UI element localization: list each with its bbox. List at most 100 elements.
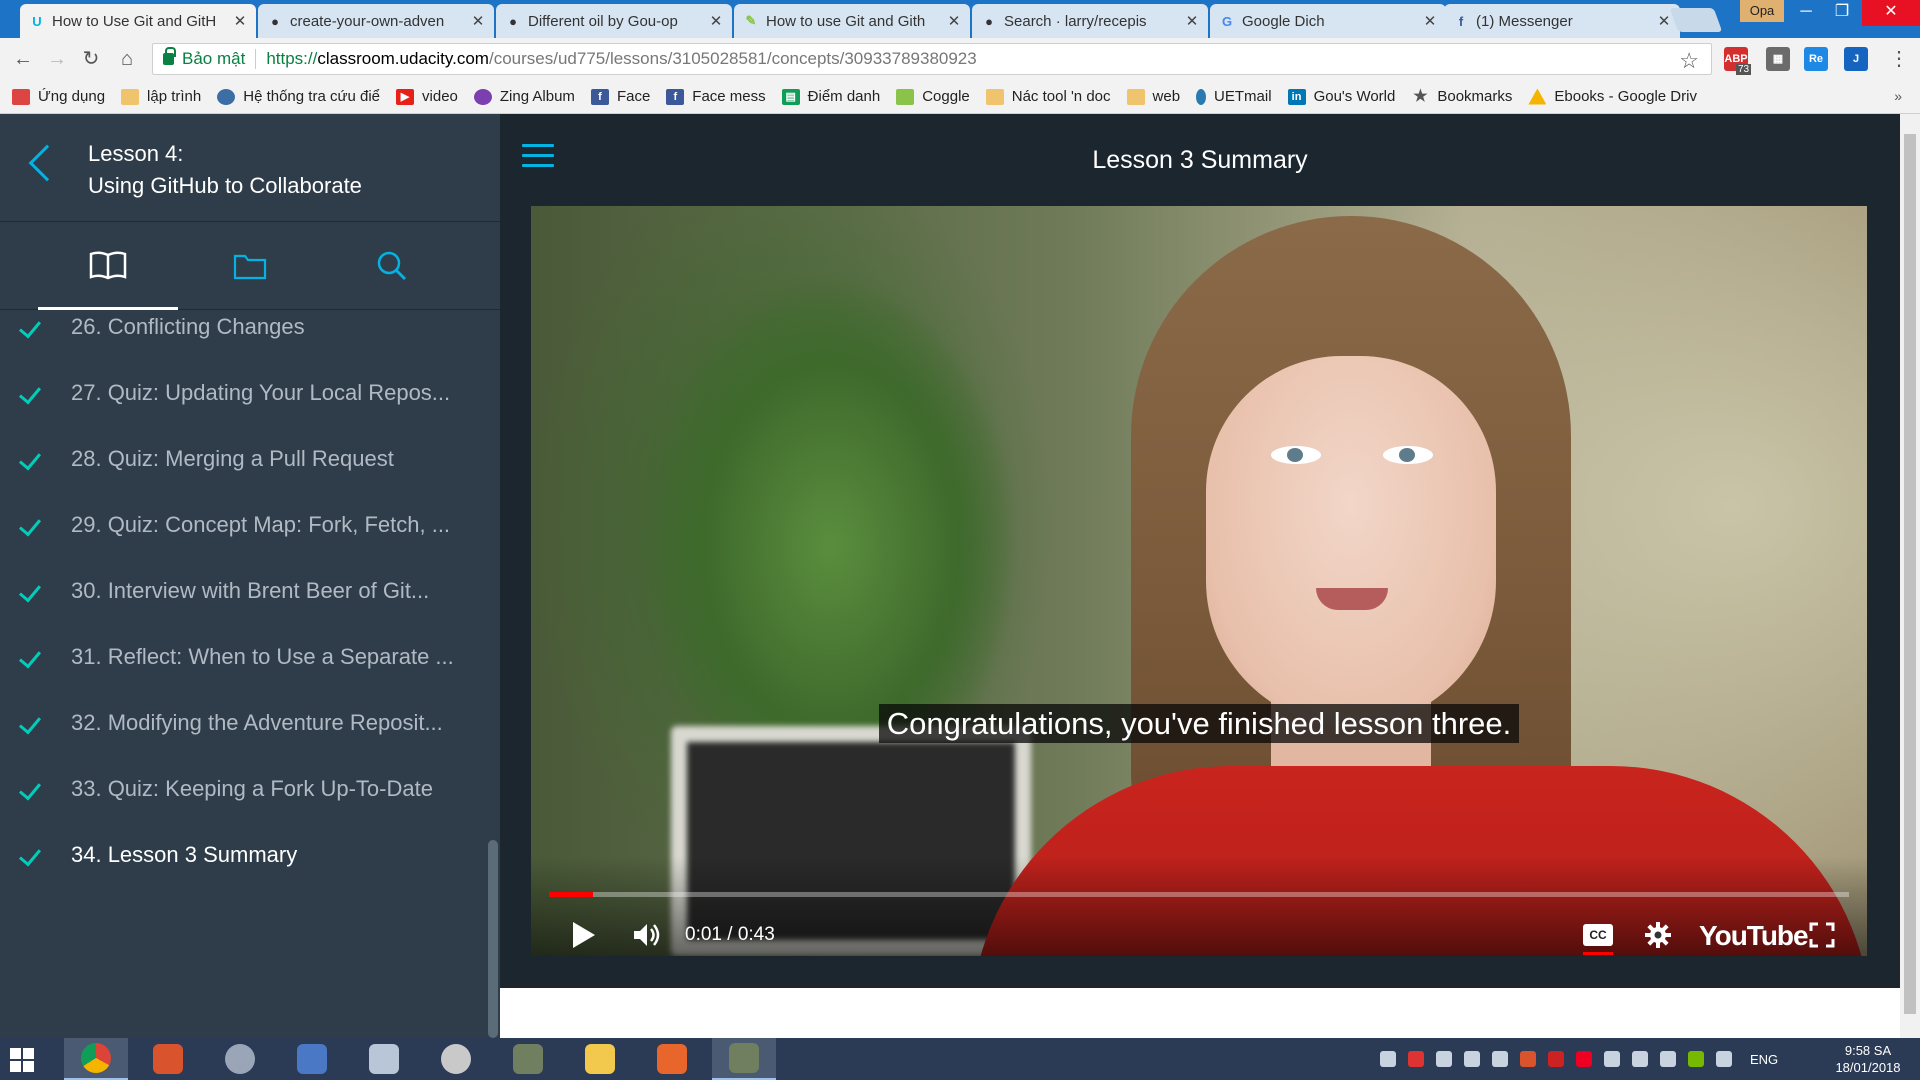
windows-start-icon[interactable] [10, 1048, 34, 1072]
profile-button[interactable]: Opa [1740, 0, 1784, 22]
bookmark-item[interactable]: f Face [590, 88, 650, 105]
tab-search[interactable] [322, 222, 462, 310]
concept-item-current[interactable]: 34. Lesson 3 Summary [0, 822, 486, 888]
tab-concepts[interactable] [38, 222, 178, 310]
battery-icon[interactable] [1716, 1051, 1732, 1067]
play-icon[interactable] [573, 922, 595, 948]
close-icon[interactable]: ✕ [1656, 12, 1672, 30]
security-label: Bảo mật [182, 49, 246, 68]
browser-tab-4[interactable]: ✎ How to use Git and Gith ✕ [734, 4, 970, 38]
bookmark-star-icon[interactable]: ☆ [1679, 48, 1699, 74]
system-clock[interactable]: 9:58 SA 18/01/2018 [1816, 1042, 1920, 1076]
sidebar-scrollbar[interactable] [486, 310, 500, 1038]
monitor-app-taskbar-icon[interactable] [352, 1038, 416, 1080]
nvidia-icon[interactable] [1688, 1051, 1704, 1067]
bookmark-item[interactable]: ★ Bookmarks [1411, 88, 1512, 105]
vivaldi-icon[interactable] [1576, 1051, 1592, 1067]
bookmark-item[interactable]: web [1126, 88, 1180, 105]
bookmark-item[interactable]: Ứng dụng [12, 88, 105, 105]
display-icon[interactable] [1604, 1051, 1620, 1067]
bookmark-item[interactable]: Hệ thống tra cứu điể [217, 88, 380, 105]
concept-item[interactable]: 32. Modifying the Adventure Reposit... [0, 690, 486, 756]
secure-indicator[interactable]: Bảo mật [163, 47, 246, 69]
menu-dots-icon[interactable]: ⋮ [1886, 46, 1912, 72]
bookmark-item[interactable]: Nác tool 'n doc [985, 88, 1111, 105]
bookmark-item[interactable]: Coggle [896, 88, 970, 105]
office-taskbar-icon[interactable] [640, 1038, 704, 1080]
restore-icon[interactable]: ❐ [1820, 0, 1864, 26]
speaker-icon[interactable] [1464, 1051, 1480, 1067]
lock-icon [163, 47, 176, 65]
close-icon[interactable]: ✕ [470, 12, 486, 30]
bookmark-item[interactable]: f Face mess [666, 88, 766, 105]
volume-icon[interactable] [631, 920, 661, 950]
bookmark-item[interactable]: ▤ Điểm danh [781, 88, 880, 105]
game-app-taskbar-icon[interactable] [496, 1038, 560, 1080]
bluetooth-icon[interactable] [1380, 1051, 1396, 1067]
screen-extension-icon[interactable]: ▦ [1766, 47, 1790, 71]
video-player[interactable]: Congratulations, you've finished lesson … [531, 206, 1867, 956]
tab-resources[interactable] [180, 222, 320, 310]
close-icon[interactable]: ✕ [232, 12, 248, 30]
close-icon[interactable]: ✕ [1422, 12, 1438, 30]
browser-tab-1[interactable]: U How to Use Git and GitH ✕ [20, 4, 256, 38]
fullscreen-icon[interactable] [1809, 922, 1835, 948]
browser-tab-6[interactable]: G Google Dich ✕ [1210, 4, 1446, 38]
j-extension-icon[interactable]: J [1844, 47, 1868, 71]
bookmark-item[interactable]: lập trình [121, 88, 201, 105]
settings-gear-icon[interactable] [1645, 922, 1671, 948]
home-icon[interactable]: ⌂ [114, 46, 140, 72]
bookmark-item[interactable]: Zing Album [473, 88, 575, 105]
browser-tab-2[interactable]: ● create-your-own-adven ✕ [258, 4, 494, 38]
back-chevron-icon[interactable] [28, 144, 66, 182]
page-scrollbar[interactable] [1900, 114, 1920, 1038]
wifi-icon[interactable] [1660, 1051, 1676, 1067]
page-scrollbar-thumb[interactable] [1904, 134, 1916, 1014]
forward-arrow-icon[interactable]: → [44, 46, 70, 72]
chrome-taskbar-icon[interactable] [64, 1038, 128, 1080]
concept-item[interactable]: 31. Reflect: When to Use a Separate ... [0, 624, 486, 690]
close-icon[interactable]: ✕ [1184, 12, 1200, 30]
keyboard-icon[interactable] [1492, 1051, 1508, 1067]
video-progress-bar[interactable] [549, 892, 1849, 897]
re-extension-icon[interactable]: Re [1804, 47, 1828, 71]
concept-item[interactable]: 27. Quiz: Updating Your Local Repos... [0, 360, 486, 426]
youtube-logo[interactable]: YouTube [1699, 920, 1809, 952]
address-bar[interactable]: Bảo mật https://classroom.udacity.com/co… [152, 43, 1712, 75]
language-indicator[interactable]: ENG [1750, 1052, 1778, 1067]
bookmark-item[interactable]: ▶ video [396, 88, 458, 105]
browser-tab-5[interactable]: ● Search · larry/recepis ✕ [972, 4, 1208, 38]
closed-captions-button[interactable]: CC [1583, 924, 1613, 946]
close-icon[interactable]: ✕ [946, 12, 962, 30]
uetmail-icon [1196, 88, 1207, 105]
bookmark-item[interactable]: Ebooks - Google Driv [1528, 88, 1697, 105]
antivirus-icon[interactable] [1408, 1051, 1424, 1067]
concept-item[interactable]: 29. Quiz: Concept Map: Fork, Fetch, ... [0, 492, 486, 558]
shield-icon[interactable] [1548, 1051, 1564, 1067]
close-icon[interactable]: ✕ [708, 12, 724, 30]
security-icon[interactable] [1520, 1051, 1536, 1067]
sidebar-scrollbar-thumb[interactable] [488, 840, 498, 1038]
flag-icon[interactable] [1632, 1051, 1648, 1067]
lesson-title[interactable]: Lesson 4: Using GitHub to Collaborate [88, 138, 362, 202]
new-tab-button[interactable] [1669, 8, 1723, 32]
browser-tab-7[interactable]: f (1) Messenger ✕ [1444, 4, 1680, 38]
concept-item[interactable]: 30. Interview with Brent Beer of Git... [0, 558, 486, 624]
molecule-app-taskbar-icon[interactable] [208, 1038, 272, 1080]
bookmark-item[interactable]: UETmail [1196, 88, 1272, 105]
concept-item[interactable]: 33. Quiz: Keeping a Fork Up-To-Date [0, 756, 486, 822]
bookmarks-overflow-button[interactable]: » [1894, 88, 1902, 104]
reload-icon[interactable]: ↻ [78, 46, 104, 72]
game-app-2-taskbar-icon[interactable] [712, 1038, 776, 1080]
concept-item[interactable]: 26. Conflicting Changes [0, 310, 486, 360]
disc-app-taskbar-icon[interactable] [424, 1038, 488, 1080]
computer-app-taskbar-icon[interactable] [280, 1038, 344, 1080]
file-explorer-taskbar-icon[interactable] [568, 1038, 632, 1080]
network-icon[interactable] [1436, 1051, 1452, 1067]
window-close-icon[interactable]: ✕ [1862, 0, 1920, 26]
bookmark-item[interactable]: in Gou's World [1287, 88, 1395, 105]
back-arrow-icon[interactable]: ← [10, 46, 36, 72]
security-shield-taskbar-icon[interactable] [136, 1038, 200, 1080]
concept-item[interactable]: 28. Quiz: Merging a Pull Request [0, 426, 486, 492]
browser-tab-3[interactable]: ● Different oil by Gou-op ✕ [496, 4, 732, 38]
